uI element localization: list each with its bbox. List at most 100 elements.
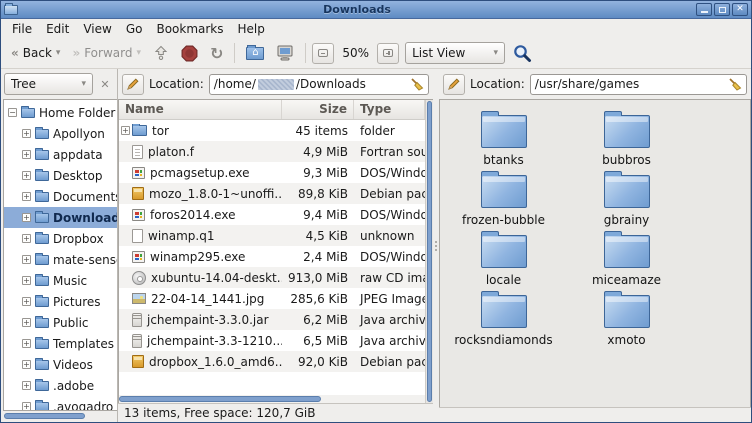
expand-icon[interactable]: + bbox=[22, 192, 31, 201]
expand-icon[interactable]: + bbox=[22, 150, 31, 159]
forward-button[interactable]: » Forward ▾ bbox=[67, 43, 146, 63]
file-row[interactable]: platon.f4,9 MiBFortran source co bbox=[119, 141, 425, 162]
expand-icon[interactable]: + bbox=[22, 255, 31, 264]
archive-file-icon bbox=[132, 313, 142, 327]
search-button[interactable] bbox=[507, 40, 537, 66]
expand-icon[interactable]: + bbox=[22, 339, 31, 348]
folder-item-frozen-bubble[interactable]: frozen-bubble bbox=[442, 170, 565, 230]
folder-item-btanks[interactable]: btanks bbox=[442, 110, 565, 170]
back-button[interactable]: « Back ▾ bbox=[6, 43, 65, 63]
title-bar[interactable]: Downloads ✕ bbox=[1, 1, 751, 19]
list-horizontal-scrollbar[interactable] bbox=[119, 395, 425, 403]
menu-go[interactable]: Go bbox=[119, 20, 150, 38]
tree-item-adobe[interactable]: +.adobe bbox=[4, 375, 117, 396]
file-row[interactable]: dropbox_1.6.0_amd6...92,0 KiBDebian pack… bbox=[119, 351, 425, 372]
folder-icon bbox=[35, 129, 49, 139]
tree-item-desktop[interactable]: +Desktop bbox=[4, 165, 117, 186]
tree-item-templates[interactable]: +Templates bbox=[4, 333, 117, 354]
back-history-dropdown-icon[interactable]: ▾ bbox=[56, 48, 61, 58]
expand-icon[interactable]: + bbox=[22, 171, 31, 180]
expand-icon[interactable]: + bbox=[22, 276, 31, 285]
file-row[interactable]: +tor45 itemsfolder bbox=[119, 120, 425, 141]
clear-location-icon[interactable] bbox=[728, 77, 742, 91]
tree-item-dropbox[interactable]: +Dropbox bbox=[4, 228, 117, 249]
tree-item-public[interactable]: +Public bbox=[4, 312, 117, 333]
tree-item-music[interactable]: +Music bbox=[4, 270, 117, 291]
column-header-size[interactable]: Size bbox=[282, 100, 354, 119]
tree-item-videos[interactable]: +Videos bbox=[4, 354, 117, 375]
folder-item-miceamaze[interactable]: miceamaze bbox=[565, 230, 688, 290]
collapse-icon[interactable]: − bbox=[8, 108, 17, 117]
column-header-type[interactable]: Type bbox=[354, 100, 425, 119]
computer-button[interactable] bbox=[271, 42, 299, 64]
stop-button[interactable] bbox=[176, 42, 203, 65]
file-row[interactable]: winamp295.exe2,4 MiBDOS/Windows ex bbox=[119, 246, 425, 267]
tree-item-apollyon[interactable]: +Apollyon bbox=[4, 123, 117, 144]
home-button[interactable]: ⌂ bbox=[241, 44, 269, 63]
file-row[interactable]: jchempaint-3.3-1210...6,5 MiBJava archiv… bbox=[119, 330, 425, 351]
forward-history-dropdown-icon[interactable]: ▾ bbox=[136, 48, 141, 58]
zoom-out-button[interactable] bbox=[312, 43, 334, 64]
scrollbar-thumb[interactable] bbox=[4, 413, 85, 419]
folder-item-gbrainy[interactable]: gbrainy bbox=[565, 170, 688, 230]
expand-icon[interactable]: + bbox=[22, 234, 31, 243]
expand-icon[interactable]: + bbox=[121, 126, 130, 135]
file-row[interactable]: 22-04-14_1441.jpg285,6 KiBJPEG Image bbox=[119, 288, 425, 309]
view-mode-select[interactable]: List View ▾ bbox=[405, 42, 505, 64]
sidebar-close-button[interactable]: ✕ bbox=[96, 75, 114, 93]
folder-item-locale[interactable]: locale bbox=[442, 230, 565, 290]
zoom-in-button[interactable] bbox=[377, 43, 399, 64]
scrollbar-thumb[interactable] bbox=[427, 101, 432, 402]
tree-item-pictures[interactable]: +Pictures bbox=[4, 291, 117, 312]
tree-item-home-folder[interactable]: −Home Folder bbox=[4, 102, 117, 123]
up-arrow-icon bbox=[153, 45, 169, 61]
folder-item-bubbros[interactable]: bubbros bbox=[565, 110, 688, 170]
maximize-button[interactable] bbox=[714, 3, 730, 16]
executable-file-icon bbox=[132, 167, 145, 179]
folder-item-xmoto[interactable]: xmoto bbox=[565, 290, 688, 350]
close-button[interactable]: ✕ bbox=[732, 3, 748, 16]
expand-icon[interactable]: + bbox=[22, 297, 31, 306]
go-up-button[interactable] bbox=[148, 42, 174, 64]
expand-icon[interactable]: + bbox=[22, 213, 31, 222]
sidebar-horizontal-scrollbar[interactable] bbox=[3, 412, 115, 421]
menu-view[interactable]: View bbox=[76, 20, 118, 38]
file-type: Java archive bbox=[354, 313, 425, 327]
scrollbar-thumb[interactable] bbox=[119, 396, 321, 402]
expand-icon[interactable]: + bbox=[22, 360, 31, 369]
reload-button[interactable]: ↻ bbox=[205, 41, 228, 66]
menu-edit[interactable]: Edit bbox=[39, 20, 76, 38]
file-row[interactable]: xubuntu-14.04-deskt...913,0 MiBraw CD im… bbox=[119, 267, 425, 288]
expand-icon[interactable]: + bbox=[22, 129, 31, 138]
tree-item-label: .avogadro bbox=[53, 400, 113, 412]
expand-icon[interactable]: + bbox=[22, 318, 31, 327]
expand-icon[interactable]: + bbox=[22, 381, 31, 390]
file-size: 4,9 MiB bbox=[282, 145, 354, 159]
minimize-button[interactable] bbox=[696, 3, 712, 16]
menu-help[interactable]: Help bbox=[231, 20, 272, 38]
file-row[interactable]: foros2014.exe9,4 MiBDOS/Windows ex bbox=[119, 204, 425, 225]
column-header-name[interactable]: Name bbox=[119, 100, 282, 119]
status-bar: 13 items, Free space: 120,7 GiB bbox=[118, 403, 433, 422]
menu-bookmarks[interactable]: Bookmarks bbox=[149, 20, 230, 38]
file-row[interactable]: mozo_1.8.0-1~unoffi...89,8 KiBDebian pac… bbox=[119, 183, 425, 204]
sidebar-mode-select[interactable]: Tree ▾ bbox=[4, 73, 93, 95]
folder-label: gbrainy bbox=[604, 213, 650, 227]
clear-location-icon[interactable] bbox=[410, 77, 424, 91]
tree-item-mate-sensors[interactable]: +mate-sensors- bbox=[4, 249, 117, 270]
tree-item-documents[interactable]: +Documents bbox=[4, 186, 117, 207]
left-location-input[interactable]: /home/ /Downloads bbox=[209, 74, 429, 95]
folder-item-rocksndiamonds[interactable]: rocksndiamonds bbox=[442, 290, 565, 350]
tree-item-downloads[interactable]: +Downloads bbox=[4, 207, 117, 228]
file-row[interactable]: pcmagsetup.exe9,3 MiBDOS/Windows ex bbox=[119, 162, 425, 183]
list-vertical-scrollbar[interactable] bbox=[425, 100, 433, 403]
edit-location-button[interactable] bbox=[443, 74, 465, 95]
right-location-input[interactable]: /usr/share/games bbox=[530, 74, 747, 95]
file-row[interactable]: winamp.q14,5 KiBunknown bbox=[119, 225, 425, 246]
file-row[interactable]: jchempaint-3.3.0.jar6,2 MiBJava archive bbox=[119, 309, 425, 330]
edit-location-button[interactable] bbox=[122, 74, 144, 95]
menu-file[interactable]: File bbox=[5, 20, 39, 38]
tree-item-avogadro[interactable]: + .avogadro bbox=[4, 396, 117, 411]
tree-item-appdata[interactable]: +appdata bbox=[4, 144, 117, 165]
expand-icon[interactable]: + bbox=[22, 402, 31, 411]
